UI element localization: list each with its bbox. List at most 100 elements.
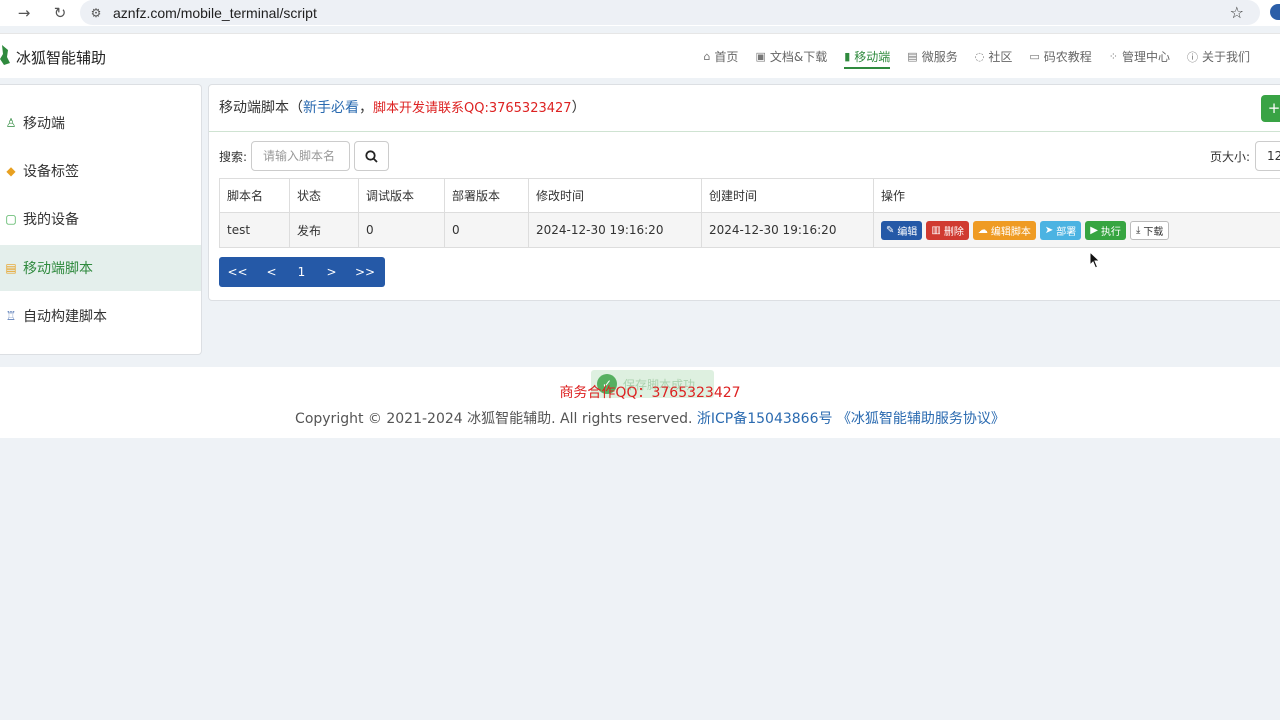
site-header: 冰狐智能辅助 ⌂ 首页 ▣ 文档&下载 ▮ 移动端 ▤ 微服务 ◌ 社区 ▭ 码农教程 ⁘ 管… — [0, 33, 1280, 78]
nav-admin[interactable]: ⁘ 管理中心 — [1109, 34, 1170, 79]
download-button[interactable]: ⤓ 下载 — [1129, 220, 1170, 240]
service-agreement-link[interactable]: 《冰狐智能辅助服务协议》 — [837, 411, 1005, 427]
top-navigation: ⌂ 首页 ▣ 文档&下载 ▮ 移动端 ▤ 微服务 ◌ 社区 ▭ 码农教程 ⁘ 管理中心 ⓘ 关于… — [686, 34, 1250, 79]
sidebar-item-label: 自动构建脚本 — [23, 309, 107, 325]
deploy-button[interactable]: ➤ 部署 — [1039, 220, 1082, 240]
sidebar-item-auto-build[interactable]: ♖ 自动构建脚本 — [0, 293, 201, 339]
run-button[interactable]: ▶ 执行 — [1085, 220, 1126, 240]
play-icon: ▶ — [1090, 224, 1098, 236]
icp-link[interactable]: 浙ICP备15043866号 — [697, 411, 833, 427]
search-icon — [365, 149, 378, 163]
current-page[interactable]: 1 — [287, 265, 316, 279]
page-size-select[interactable]: 12 — [1255, 141, 1280, 171]
col-deploy-version[interactable]: 部署版本 — [444, 178, 529, 213]
cell-debug-version: 0 — [358, 212, 445, 248]
edit-script-button[interactable]: ☁ 编辑脚本 — [972, 220, 1036, 240]
bookmark-star-icon[interactable]: ☆ — [1230, 3, 1244, 22]
title-separator: ， — [359, 100, 373, 116]
reload-icon[interactable]: ↻ — [50, 4, 70, 22]
title-end: ） — [571, 100, 586, 116]
grid-icon: ▤ — [907, 50, 918, 63]
footer: ✓ 保存脚本成功 商务合作QQ：3765323427 Copyright © 2… — [0, 367, 1280, 438]
robot-icon: ♖ — [5, 309, 17, 323]
chat-icon: ◌ — [974, 50, 985, 63]
nav-label: 社区 — [988, 50, 1013, 64]
run-label: 执行 — [1100, 226, 1121, 238]
col-status[interactable]: 状态 — [289, 178, 359, 213]
sidebar-item-mobile[interactable]: ♙ 移动端 — [0, 100, 201, 146]
dashboard-icon: ⁘ — [1108, 50, 1118, 63]
prev-page-button[interactable]: < — [256, 265, 287, 279]
sidebar-item-my-devices[interactable]: ▢ 我的设备 — [0, 196, 201, 242]
nav-label: 码农教程 — [1043, 50, 1092, 64]
nav-community[interactable]: ◌ 社区 — [975, 34, 1013, 79]
nav-label: 关于我们 — [1201, 50, 1250, 64]
cell-script-name: test — [219, 212, 290, 248]
site-settings-icon[interactable]: ⚙ — [88, 6, 104, 20]
nav-label: 微服务 — [921, 50, 958, 64]
script-icon: ▤ — [5, 261, 17, 275]
cell-created-time: 2024-12-30 19:16:20 — [701, 212, 874, 248]
edit-button[interactable]: ✎ 编辑 — [881, 220, 923, 240]
col-actions: 操作 — [873, 178, 1280, 213]
delete-button[interactable]: ▥ 删除 — [926, 220, 969, 240]
search-label: 搜索: — [219, 150, 248, 164]
send-icon: ➤ — [1044, 224, 1054, 236]
cell-actions: ✎ 编辑 ▥ 删除 ☁ 编辑脚本 ➤ 部署 ▶ 执行 ⤓ 下载 — [873, 212, 1280, 248]
add-script-button[interactable]: + — [1261, 95, 1280, 122]
pagination: << < 1 > >> — [219, 257, 385, 287]
home-icon: ⌂ — [703, 50, 711, 63]
sidebar-item-label: 移动端脚本 — [23, 261, 93, 277]
search-input[interactable] — [251, 141, 350, 171]
forward-arrow-icon[interactable]: → — [14, 4, 34, 22]
tag-icon: ◆ — [6, 164, 16, 178]
nav-mobile[interactable]: ▮ 移动端 — [844, 34, 891, 79]
nav-home[interactable]: ⌂ 首页 — [703, 34, 738, 79]
address-bar[interactable]: ⚙ aznfz.com/mobile_terminal/script ☆ — [80, 0, 1260, 25]
mouse-cursor-icon — [1089, 251, 1101, 269]
cloud-upload-icon: ☁ — [977, 224, 988, 236]
sidebar: ♙ 移动端 ◆ 设备标签 ▢ 我的设备 ▤ 移动端脚本 ♖ 自动构建脚本 — [0, 84, 202, 355]
table-header-row: 脚本名 状态 调试版本 部署版本 修改时间 创建时间 操作 — [219, 178, 1280, 213]
panel-header: 移动端脚本（新手必看，脚本开发请联系QQ:3765323427） + — [209, 85, 1280, 132]
mobile-icon: ▮ — [844, 50, 851, 63]
col-modified-time[interactable]: 修改时间 — [528, 178, 702, 213]
download-label: 下载 — [1143, 226, 1164, 238]
col-debug-version[interactable]: 调试版本 — [358, 178, 445, 213]
browser-toolbar: → ↻ ⚙ aznfz.com/mobile_terminal/script ☆ — [0, 0, 1280, 26]
cell-modified-time: 2024-12-30 19:16:20 — [528, 212, 702, 248]
page-size-label: 页大小: — [1210, 150, 1251, 164]
nav-microservice[interactable]: ▤ 微服务 — [907, 34, 957, 79]
document-icon: ▣ — [755, 50, 766, 63]
brand-name[interactable]: 冰狐智能辅助 — [16, 47, 106, 68]
nav-label: 首页 — [714, 50, 739, 64]
fox-logo-icon — [0, 45, 10, 65]
col-created-time[interactable]: 创建时间 — [701, 178, 874, 213]
sidebar-item-device-tags[interactable]: ◆ 设备标签 — [0, 148, 201, 194]
deploy-label: 部署 — [1056, 226, 1077, 238]
edit-label: 编辑 — [897, 226, 918, 238]
url-text[interactable]: aznfz.com/mobile_terminal/script — [113, 5, 317, 21]
script-panel: 移动端脚本（新手必看，脚本开发请联系QQ:3765323427） + 搜索: 页… — [208, 84, 1280, 301]
beginner-guide-link[interactable]: 新手必看 — [303, 100, 359, 116]
panel-title: 移动端脚本（新手必看，脚本开发请联系QQ:3765323427） — [219, 97, 586, 117]
cell-status: 发布 — [289, 212, 359, 248]
next-page-button[interactable]: > — [316, 265, 347, 279]
first-page-button[interactable]: << — [219, 265, 256, 279]
trash-icon: ▥ — [931, 224, 941, 236]
nav-about[interactable]: ⓘ 关于我们 — [1187, 34, 1250, 79]
profile-avatar[interactable] — [1270, 4, 1280, 20]
contact-qq-text: 脚本开发请联系QQ:3765323427 — [373, 101, 572, 116]
script-table: 脚本名 状态 调试版本 部署版本 修改时间 创建时间 操作 test 发布 0 … — [219, 178, 1280, 248]
search-button[interactable] — [354, 141, 389, 171]
panel-title-text: 移动端脚本（ — [219, 100, 303, 116]
sidebar-item-label: 我的设备 — [23, 212, 79, 228]
nav-tutorial[interactable]: ▭ 码农教程 — [1029, 34, 1091, 79]
book-icon: ▭ — [1029, 50, 1040, 63]
delete-label: 删除 — [943, 226, 964, 238]
sidebar-item-mobile-script[interactable]: ▤ 移动端脚本 — [0, 245, 201, 291]
col-script-name[interactable]: 脚本名 — [219, 178, 290, 213]
edit-icon: ✎ — [886, 224, 895, 236]
nav-docs[interactable]: ▣ 文档&下载 — [755, 34, 827, 79]
last-page-button[interactable]: >> — [347, 265, 383, 279]
